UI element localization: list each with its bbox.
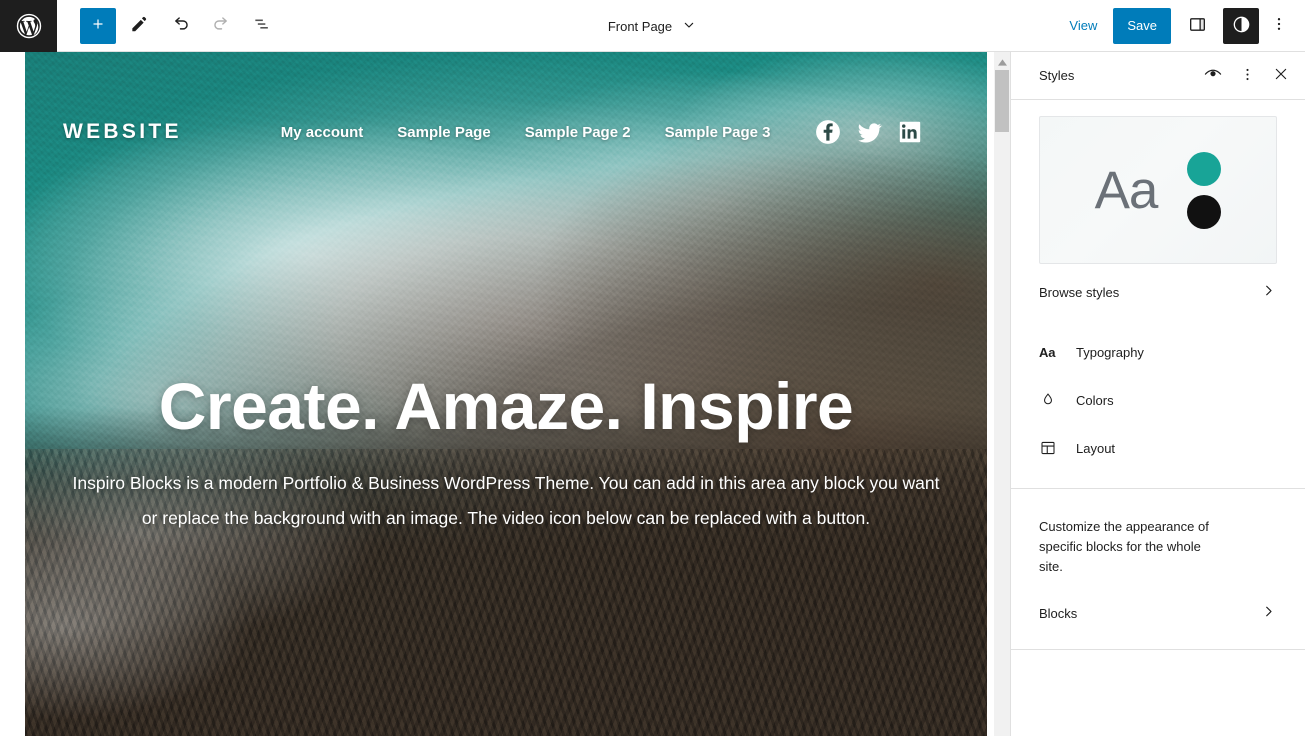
style-preview-card[interactable]: Aa <box>1039 116 1277 264</box>
styles-item-typography[interactable]: Aa Typography <box>1011 328 1305 376</box>
blocks-row[interactable]: Blocks <box>1011 589 1305 637</box>
editor-toolbar: Front Page View Save <box>0 0 1305 52</box>
site-title[interactable]: WEBSITE <box>63 120 182 144</box>
pencil-icon <box>129 14 149 37</box>
nav-item-sample-page-3[interactable]: Sample Page 3 <box>648 124 788 141</box>
settings-sidebar-toggle[interactable] <box>1179 8 1215 44</box>
chevron-right-icon <box>1260 603 1277 623</box>
editor-canvas-area: WEBSITE My account Sample Page Sample Pa… <box>0 52 1010 736</box>
blocks-description: Customize the appearance of specific blo… <box>1039 519 1209 575</box>
close-styles-button[interactable] <box>1265 60 1297 92</box>
site-navigation: My account Sample Page Sample Page 2 Sam… <box>264 124 788 141</box>
document-title: Front Page <box>607 18 673 34</box>
styles-item-label: Typography <box>1076 344 1144 360</box>
color-droplet-icon <box>1039 391 1063 409</box>
styles-item-label: Layout <box>1076 440 1116 456</box>
chevron-right-icon <box>1260 282 1277 302</box>
redo-icon <box>211 14 232 38</box>
browse-styles-row[interactable]: Browse styles <box>1011 268 1305 316</box>
style-book-button[interactable] <box>1197 60 1229 92</box>
hero-heading[interactable]: Create. Amaze. Inspire <box>65 369 947 444</box>
styles-contrast-icon <box>1231 14 1252 38</box>
styles-item-layout[interactable]: Layout <box>1011 424 1305 472</box>
palette-contrast-swatch <box>1187 194 1222 229</box>
site-header-block: WEBSITE My account Sample Page Sample Pa… <box>25 104 987 160</box>
twitter-icon[interactable] <box>856 119 883 146</box>
styles-item-label: Colors <box>1076 392 1114 408</box>
hero-content: Create. Amaze. Inspire Inspiro Blocks is… <box>25 369 987 536</box>
wordpress-logo-button[interactable] <box>0 0 57 52</box>
add-block-button[interactable] <box>80 7 116 44</box>
styles-panel-title: Styles <box>1039 68 1075 83</box>
more-vertical-icon <box>1239 66 1256 86</box>
styles-item-colors[interactable]: Colors <box>1011 376 1305 424</box>
plus-icon <box>89 15 107 36</box>
scrollbar-up-arrow-icon[interactable] <box>994 55 1010 69</box>
browse-styles-label: Browse styles <box>1039 284 1120 300</box>
scrollbar-thumb[interactable] <box>995 70 1009 132</box>
toolbar-right-group: View Save <box>1057 7 1305 44</box>
styles-sidebar-content: Aa Browse styles Aa Typography Colors La… <box>1011 100 1305 736</box>
styles-sidebar-header: Styles <box>1011 52 1305 100</box>
list-view-button[interactable] <box>244 8 280 44</box>
site-preview-frame[interactable]: WEBSITE My account Sample Page Sample Pa… <box>25 52 987 736</box>
sidebar-panel-icon <box>1187 14 1208 38</box>
style-preview-palette <box>1187 151 1222 229</box>
hero-paragraph[interactable]: Inspiro Blocks is a modern Portfolio & B… <box>68 466 944 536</box>
style-preview-wrap: Aa <box>1011 100 1305 264</box>
chevron-down-icon <box>681 17 697 36</box>
nav-item-my-account[interactable]: My account <box>264 124 381 141</box>
wordpress-logo-icon <box>16 13 42 39</box>
wordpress-site-editor: Front Page View Save WEBSITE My account … <box>0 0 1305 736</box>
styles-toggle-button[interactable] <box>1223 7 1259 44</box>
undo-icon <box>170 14 191 38</box>
facebook-icon[interactable] <box>815 119 841 145</box>
more-vertical-icon <box>1270 15 1288 36</box>
style-book-eye-icon <box>1203 64 1223 87</box>
social-links <box>815 119 922 146</box>
redo-button[interactable] <box>203 8 239 44</box>
tools-edit-button[interactable] <box>121 8 157 44</box>
typography-aa-icon: Aa <box>1039 344 1056 360</box>
blocks-label: Blocks <box>1039 605 1078 621</box>
close-icon <box>1272 65 1290 86</box>
styles-sidebar: Styles Aa Browse styles Aa Typography Co… <box>1010 52 1305 736</box>
document-title-button[interactable]: Front Page <box>598 11 707 42</box>
layout-grid-icon <box>1039 439 1063 457</box>
nav-item-sample-page-2[interactable]: Sample Page 2 <box>508 124 648 141</box>
editor-body: WEBSITE My account Sample Page Sample Pa… <box>0 52 1305 736</box>
palette-accent-swatch <box>1187 151 1222 186</box>
toolbar-left-group <box>57 7 280 44</box>
view-link[interactable]: View <box>1057 12 1109 39</box>
undo-button[interactable] <box>162 8 198 44</box>
styles-menu-group: Aa Typography Colors Layout <box>1011 316 1305 476</box>
scrollbar-track[interactable] <box>994 52 1010 736</box>
sidebar-divider-bottom <box>1011 649 1305 651</box>
editor-options-button[interactable] <box>1265 8 1293 44</box>
styles-header-actions <box>1197 60 1297 92</box>
list-view-icon <box>252 14 272 37</box>
styles-more-button[interactable] <box>1231 60 1263 92</box>
save-button[interactable]: Save <box>1113 7 1171 44</box>
nav-item-sample-page[interactable]: Sample Page <box>380 124 507 141</box>
linkedin-icon[interactable] <box>898 120 922 144</box>
style-preview-sample-text: Aa <box>1094 160 1159 220</box>
canvas-scrollbar[interactable] <box>987 52 1010 736</box>
